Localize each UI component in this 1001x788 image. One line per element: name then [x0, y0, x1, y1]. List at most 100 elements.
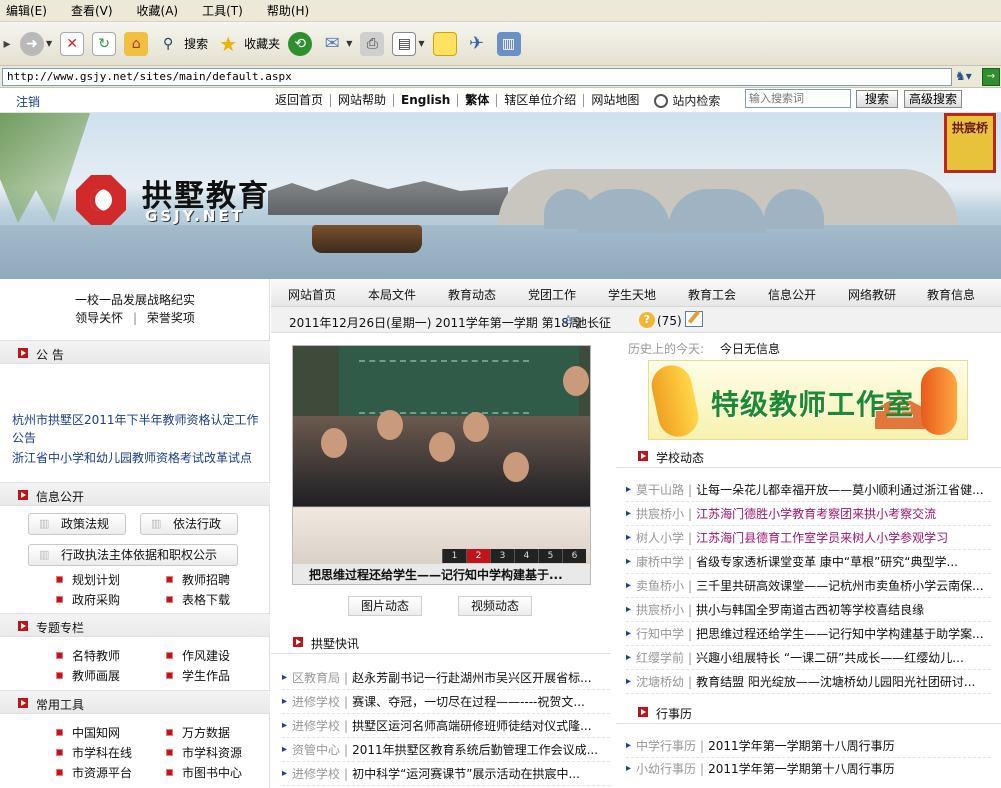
notice-item[interactable]: 杭州市拱墅区2011年下半年教师资格认定工作公告	[12, 411, 260, 447]
list-item[interactable]: 资管中心|2011年拱墅区教育系统后勤管理工作会议成...	[282, 738, 610, 762]
slide-page-6[interactable]: 6	[562, 549, 586, 563]
menu-favorites[interactable]: 收藏(A)	[137, 2, 179, 19]
list-item[interactable]: 康桥中学|省级专家透析课堂变革 康中“草根”研究“典型学...	[626, 550, 991, 574]
slide-page-3[interactable]: 3	[490, 549, 514, 563]
favorites-button[interactable]: ★ 收藏夹	[216, 27, 280, 61]
tool-link-resource-platform[interactable]: 市资源平台	[56, 765, 132, 781]
nav-students[interactable]: 学生天地	[608, 286, 656, 303]
top-link-home[interactable]: 返回首页	[275, 94, 330, 107]
feature-link[interactable]: 一校一品发展战略纪实	[0, 291, 270, 308]
address-input[interactable]: http://www.gsjy.net/sites/main/default.a…	[2, 68, 952, 86]
user-name[interactable]: 池长征	[575, 314, 611, 331]
top-link-help[interactable]: 网站帮助	[330, 94, 393, 107]
nav-info[interactable]: 教育信息	[927, 286, 975, 303]
home-button[interactable]: ⌂	[124, 27, 149, 61]
refresh-button[interactable]: ↻	[92, 27, 117, 61]
list-item[interactable]: 中学行事历|2011学年第一学期第十八周行事历	[626, 734, 991, 758]
nav-union[interactable]: 教育工会	[688, 286, 736, 303]
edit-icon[interactable]	[685, 311, 703, 327]
nav-research[interactable]: 网络教研	[848, 286, 896, 303]
messenger-button[interactable]: ✈	[465, 27, 489, 61]
site-banner: 拱墅教育 GSJY.NET 拱宸桥	[0, 113, 1001, 279]
info-link-procure[interactable]: 政府采购	[56, 592, 120, 608]
history-button[interactable]: ⟲	[288, 27, 313, 61]
list-item[interactable]: 红缨学前|兴趣小组展特长 “一课二研”共成长——红缨幼儿...	[626, 646, 991, 670]
photo-news-tab[interactable]: 图片动态	[348, 596, 422, 616]
topic-section-header: 专题专栏	[0, 613, 270, 637]
advanced-search-button[interactable]: 高级搜索	[904, 90, 962, 108]
list-item[interactable]: 进修学校|赛课、夺冠，一切尽在过程——----祝贺文...	[282, 690, 610, 714]
list-item[interactable]: 区教育局|赵永芳副书记一行赴湖州市吴兴区开展省标...	[282, 666, 610, 690]
search-submit-button[interactable]: 搜索	[856, 90, 898, 108]
slide-page-4[interactable]: 4	[514, 549, 538, 563]
top-link-sitemap[interactable]: 网站地图	[583, 94, 646, 107]
message-icon[interactable]: ?	[639, 312, 655, 328]
search-input[interactable]	[745, 89, 851, 108]
policy-button[interactable]: 政策法规	[28, 513, 126, 535]
tool-link-library[interactable]: 市图书中心	[166, 765, 242, 781]
notes-button[interactable]	[432, 27, 457, 61]
slide-page-2[interactable]: 2	[466, 549, 490, 563]
tool-link-wanfang[interactable]: 万方数据	[166, 725, 230, 741]
nav-education-news[interactable]: 教育动态	[448, 286, 496, 303]
nav-party[interactable]: 党团工作	[528, 286, 576, 303]
list-item[interactable]: 进修学校|拱墅区运河名师高端研修班师徒结对仪式隆...	[282, 714, 610, 738]
enforcement-basis-button[interactable]: 行政执法主体依据和职权公示	[28, 544, 238, 566]
nav-home[interactable]: 网站首页	[288, 286, 336, 303]
tool-link-subject-online[interactable]: 市学科在线	[56, 745, 132, 761]
info-link-recruit[interactable]: 教师招聘	[166, 572, 230, 588]
research-button[interactable]: ▥	[496, 27, 521, 61]
video-news-tab[interactable]: 视频动态	[458, 596, 532, 616]
go-button[interactable]: →	[982, 68, 1000, 86]
search-button[interactable]: ⚲ 搜索	[156, 27, 208, 61]
photo-slideshow[interactable]: 1 2 3 4 5 6 把思维过程还给学生——记行知中学构建基于...	[292, 345, 591, 585]
back-button[interactable]: ▸	[2, 27, 12, 61]
menu-edit[interactable]: 编辑(E)	[6, 2, 47, 19]
print-button[interactable]: ⎙	[360, 27, 385, 61]
logout-link[interactable]: 注销	[16, 93, 40, 110]
menu-tools[interactable]: 工具(T)	[202, 2, 243, 19]
tool-link-cnki[interactable]: 中国知网	[56, 725, 120, 741]
user-icon: ♙	[563, 313, 574, 327]
list-item[interactable]: 拱宸桥小|江苏海门德胜小学教育考察团来拱小考察交流	[626, 502, 991, 526]
slide-page-1[interactable]: 1	[442, 549, 466, 563]
dropdown-arrow-icon: ▼	[46, 39, 53, 48]
nav-documents[interactable]: 本局文件	[368, 286, 416, 303]
list-item[interactable]: 进修学校|初中科学“运河赛课节”展示活动在拱宸中...	[282, 762, 610, 786]
special-teacher-banner[interactable]: 特级教师工作室	[648, 360, 968, 440]
topic-link-teachers[interactable]: 名特教师	[56, 648, 120, 664]
tool-link-subject-resource[interactable]: 市学科资源	[166, 745, 242, 761]
top-link-traditional[interactable]: 繁体	[457, 94, 496, 107]
notice-item[interactable]: 浙江省中小学和幼儿园教师资格考试改革试点	[12, 449, 260, 467]
list-item[interactable]: 卖鱼桥小|三千里共研高效课堂——记杭州市卖鱼桥小学云南保...	[626, 574, 991, 598]
honors-link[interactable]: 荣誉奖项	[147, 311, 195, 325]
stop-icon: ✕	[60, 31, 85, 56]
browser-menubar: 编辑(E) 查看(V) 收藏(A) 工具(T) 帮助(H)	[0, 0, 1001, 22]
list-item[interactable]: 树人小学|江苏海门县德育工作室学员来树人小学参观学习	[626, 526, 991, 550]
list-item[interactable]: 莫干山路|让每一朵花儿都幸福开放——莫小顺利通过浙江省健...	[626, 478, 991, 502]
slide-page-5[interactable]: 5	[538, 549, 562, 563]
mail-button[interactable]: ✉ ▼	[320, 27, 353, 61]
menu-view[interactable]: 查看(V)	[71, 2, 113, 19]
slide-caption[interactable]: 把思维过程还给学生——记行知中学构建基于...	[293, 564, 590, 584]
accessibility-icon[interactable]: ♞▾	[955, 69, 972, 83]
list-item[interactable]: 行知中学|把思维过程还给学生——记行知中学构建基于助学案...	[626, 622, 991, 646]
top-link-units[interactable]: 辖区单位介绍	[496, 94, 583, 107]
topic-link-student-works[interactable]: 学生作品	[166, 668, 230, 684]
message-count[interactable]: (75)	[657, 314, 682, 328]
leader-care-link[interactable]: 领导关怀	[75, 311, 123, 325]
info-link-forms[interactable]: 表格下载	[166, 592, 230, 608]
topic-link-art[interactable]: 教师画展	[56, 668, 120, 684]
stop-button[interactable]: ✕	[60, 27, 85, 61]
top-link-english[interactable]: English	[393, 94, 457, 107]
topic-link-conduct[interactable]: 作风建设	[166, 648, 230, 664]
edit-button[interactable]: ▤ ▼	[392, 27, 425, 61]
lawful-admin-button[interactable]: 依法行政	[140, 513, 238, 535]
list-item[interactable]: 沈塘桥幼|教育结盟 阳光绽放——沈塘桥幼儿园阳光社团研讨...	[626, 670, 991, 694]
nav-disclosure[interactable]: 信息公开	[768, 286, 816, 303]
info-link-plan[interactable]: 规划计划	[56, 572, 120, 588]
menu-help[interactable]: 帮助(H)	[267, 2, 309, 19]
list-item[interactable]: 小幼行事历|2011学年第一学期第十八周行事历	[626, 757, 991, 781]
forward-button[interactable]: ➜ ▼	[20, 27, 52, 61]
list-item[interactable]: 拱宸桥小|拱小与韩国全罗南道古西初等学校喜结良缘	[626, 598, 991, 622]
